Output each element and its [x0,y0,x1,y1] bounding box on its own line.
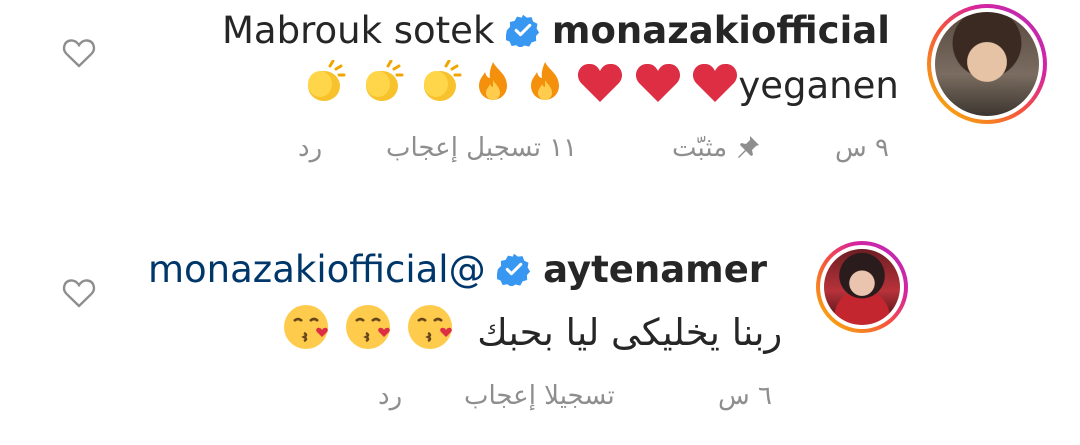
comment-text: yeganen [738,64,899,107]
avatar-photo [824,249,900,325]
pin-icon [738,136,760,158]
comment-timestamp: ٦ س [718,381,772,411]
comment-item: Mabrouk sotek monazakiofficial yeganen ٩… [0,0,1080,200]
clapping-hands-icon [300,59,346,115]
reply-button[interactable]: رد [378,381,402,411]
comment-timestamp: ٩ س [835,133,889,163]
comment-text: Mabrouk sotek [222,9,495,52]
red-heart-icon [577,62,623,115]
likes-count-button[interactable]: ١١ تسجيل إعجاب [386,133,577,163]
like-heart-icon[interactable] [62,37,96,69]
face-blowing-kiss-icon [282,303,332,362]
verified-badge-icon [497,253,531,286]
mention-link[interactable]: monazakiofficial@ [148,248,486,291]
red-heart-icon [635,62,681,115]
comment-body-line: ربنا يخليكى ليا بحبك [282,303,782,362]
likes-count-button[interactable]: تسجيلا إعجاب [464,381,615,411]
pinned-indicator: مثبّت [672,133,761,163]
comment-header-line: Mabrouk sotek monazakiofficial [222,8,890,54]
comment-username[interactable]: monazakiofficial [552,9,890,52]
reply-button[interactable]: رد [298,133,322,163]
face-blowing-kiss-icon [344,303,394,362]
verified-badge-icon [506,14,540,47]
comment-item: monazakiofficial@ aytenamer ربنا يخليكى … [0,225,1080,445]
fire-icon [473,60,513,115]
avatar[interactable] [816,241,908,333]
avatar[interactable] [927,4,1047,124]
comment-username[interactable]: aytenamer [543,248,767,291]
red-heart-icon [692,62,738,115]
comment-body-line: yeganen [300,59,899,115]
comment-text: ربنا يخليكى ليا بحبك [477,311,783,354]
face-blowing-kiss-icon [406,303,456,362]
clapping-hands-icon [416,59,462,115]
clapping-hands-icon [358,59,404,115]
fire-icon [525,60,565,115]
comment-header-line: monazakiofficial@ aytenamer [148,247,767,293]
pinned-label: مثبّت [672,133,728,163]
like-heart-icon[interactable] [62,277,96,309]
avatar-photo [935,12,1039,116]
